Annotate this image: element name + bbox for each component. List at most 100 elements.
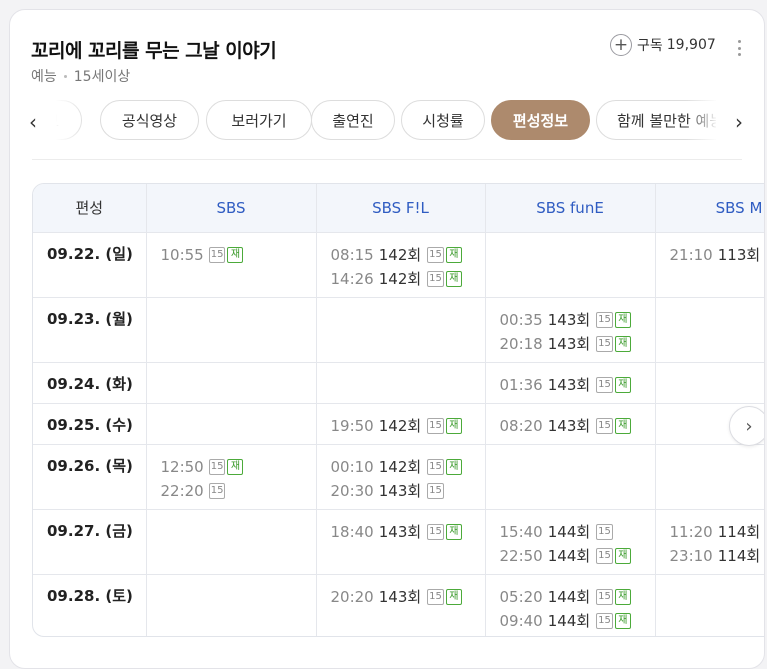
age-rating-badge: 15 [596, 523, 613, 540]
schedule-date: 09.28. (토) [33, 574, 147, 636]
more-options-icon[interactable] [736, 40, 742, 56]
broadcast-time: 21:10 [669, 245, 713, 264]
tab-list: 보공식영상보러가기출연진시청률편성정보함께 볼만한 예능 [56, 100, 716, 142]
episode-number: 143회 [378, 523, 422, 541]
rerun-badge: 재 [614, 417, 631, 434]
tabs-next-icon[interactable]: › [729, 112, 749, 132]
tab-3[interactable]: 출연진 [311, 100, 395, 140]
channel-header[interactable]: SBS [146, 184, 317, 233]
age-rating-badge: 15 [427, 482, 444, 499]
broadcast-entry[interactable]: 15:40 144회 15 [500, 520, 655, 544]
tabs-prev-icon[interactable]: ‹ [23, 112, 43, 132]
tab-1[interactable]: 공식영상 [100, 100, 199, 140]
schedule-cell [655, 362, 764, 404]
program-card: 꼬리에 꼬리를 무는 그날 이야기 예능 15세이상 + 구독 19,907 ‹… [9, 9, 765, 669]
schedule-date: 09.23. (월) [33, 297, 147, 363]
broadcast-entry[interactable]: 11:20 114회 [670, 520, 765, 544]
channel-header[interactable]: SBS M [655, 184, 764, 233]
separator-dot [63, 74, 67, 78]
broadcast-entry[interactable]: 12:50 15 재 [161, 455, 316, 479]
schedule-row: 09.28. (토) 20:20 143회 15 재 05:20 144회 15 재 09:40 1… [33, 574, 764, 636]
schedule-date: 09.25. (수) [33, 403, 147, 445]
program-title[interactable]: 꼬리에 꼬리를 무는 그날 이야기 [31, 36, 277, 63]
broadcast-entry[interactable]: 20:30 143회 15 [331, 479, 485, 503]
subscribe-button[interactable]: + 구독 19,907 [610, 34, 716, 56]
broadcast-time: 01:36 [499, 375, 543, 394]
episode-number: 143회 [378, 482, 422, 500]
broadcast-entry[interactable]: 10:55 15 재 [161, 243, 316, 267]
schedule-row: 09.25. (수) 19:50 142회 15 재 08:20 143회 15 재 [33, 403, 764, 445]
broadcast-entry[interactable]: 22:20 15 [161, 479, 316, 503]
schedule-cell: 21:10113회15 [655, 232, 765, 298]
broadcast-entry[interactable]: 14:26 142회 15 재 [331, 267, 485, 291]
broadcast-entry[interactable]: 19:50 142회 15 재 [331, 414, 485, 438]
broadcast-time: 10:55 [160, 245, 204, 264]
episode-number: 142회 [378, 246, 422, 264]
broadcast-entry[interactable]: 08:15 142회 15 재 [331, 243, 485, 267]
schedule-cell [316, 297, 486, 363]
channel-header[interactable]: SBS funE [485, 184, 656, 233]
episode-number: 144회 [547, 588, 591, 606]
schedule-cell [146, 403, 317, 445]
tab-5[interactable]: 편성정보 [491, 100, 590, 140]
rerun-badge: 재 [227, 246, 244, 263]
broadcast-entry[interactable]: 20:20 143회 15 재 [331, 585, 485, 609]
schedule-cell: 00:35 143회 15 재 20:18 143회 15 재 [485, 297, 656, 363]
broadcast-entry[interactable]: 21:10113회15 [669, 243, 765, 267]
age-rating-badge: 15 [427, 417, 444, 434]
episode-number: 144회 [547, 612, 591, 630]
program-meta: 예능 15세이상 [31, 66, 130, 86]
schedule-cell: 15:40 144회 15 22:50 144회 15 재 [485, 509, 656, 575]
header-divider [32, 159, 742, 160]
episode-number: 144회 [547, 523, 591, 541]
schedule-date: 09.27. (금) [33, 509, 147, 575]
broadcast-entry[interactable]: 23:10 114회 [669, 544, 765, 568]
broadcast-entry[interactable]: 01:36 143회 15 재 [500, 373, 655, 397]
channel-header[interactable]: SBS F!L [316, 184, 486, 233]
broadcast-entry[interactable]: 18:40 143회 15 재 [331, 520, 485, 544]
schedule-cell [146, 509, 317, 575]
rerun-badge: 재 [614, 335, 631, 352]
broadcast-time: 00:10 [330, 457, 374, 476]
broadcast-entry[interactable]: 00:35 143회 15 재 [500, 308, 655, 332]
broadcast-time: 18:40 [330, 522, 374, 541]
chevron-right-icon: › [745, 415, 753, 437]
schedule-cell: 08:20 143회 15 재 [485, 403, 656, 445]
broadcast-time: 09:40 [499, 611, 543, 630]
broadcast-time: 15:40 [499, 522, 543, 541]
schedule-cell [485, 444, 656, 510]
schedule-row: 09.24. (화) 01:36 143회 15 재 [33, 362, 764, 404]
tab-4[interactable]: 시청률 [401, 100, 485, 140]
schedule-cell: 00:10 142회 15 재 20:30 143회 15 [316, 444, 486, 510]
episode-number: 143회 [547, 335, 591, 353]
broadcast-entry[interactable]: 20:18 143회 15 재 [500, 332, 655, 356]
tab-bar: ‹ 보공식영상보러가기출연진시청률편성정보함께 볼만한 예능 › [10, 100, 764, 142]
broadcast-entry[interactable]: 00:10 142회 15 재 [331, 455, 485, 479]
schedule-row: 09.23. (월) 00:35 143회 15 재 20:18 143회 15 재 [33, 297, 764, 363]
broadcast-time: 05:20 [499, 587, 543, 606]
schedule-cell [655, 574, 764, 636]
broadcast-time: 23:10 [669, 546, 713, 565]
broadcast-entry[interactable]: 08:20 143회 15 재 [500, 414, 655, 438]
subscribe-label: 구독 [637, 38, 663, 54]
episode-number: 144회 [547, 547, 591, 565]
broadcast-entry[interactable]: 22:50 144회 15 재 [500, 544, 655, 568]
broadcast-time: 20:30 [330, 481, 374, 500]
rating-label: 15세이상 [73, 69, 131, 85]
rerun-badge: 재 [614, 612, 631, 629]
rerun-badge: 재 [227, 458, 244, 475]
broadcast-time: 12:50 [160, 457, 204, 476]
rerun-badge: 재 [614, 311, 631, 328]
broadcast-time: 20:20 [330, 587, 374, 606]
episode-number: 142회 [378, 458, 422, 476]
broadcast-time: 20:18 [499, 334, 543, 353]
schedule-cell: 11:20 114회 23:10 114회 [655, 509, 765, 575]
age-rating-badge: 15 [208, 482, 226, 499]
broadcast-entry[interactable]: 05:20 144회 15 재 [500, 585, 655, 609]
schedule-cell: 08:15 142회 15 재 14:26 142회 15 재 [316, 232, 486, 298]
schedule-next-button[interactable]: › [729, 406, 764, 446]
rerun-badge: 재 [445, 417, 462, 434]
rerun-badge: 재 [445, 523, 462, 540]
broadcast-entry[interactable]: 09:40 144회 15 재 [500, 609, 655, 633]
tab-2[interactable]: 보러가기 [206, 100, 312, 140]
